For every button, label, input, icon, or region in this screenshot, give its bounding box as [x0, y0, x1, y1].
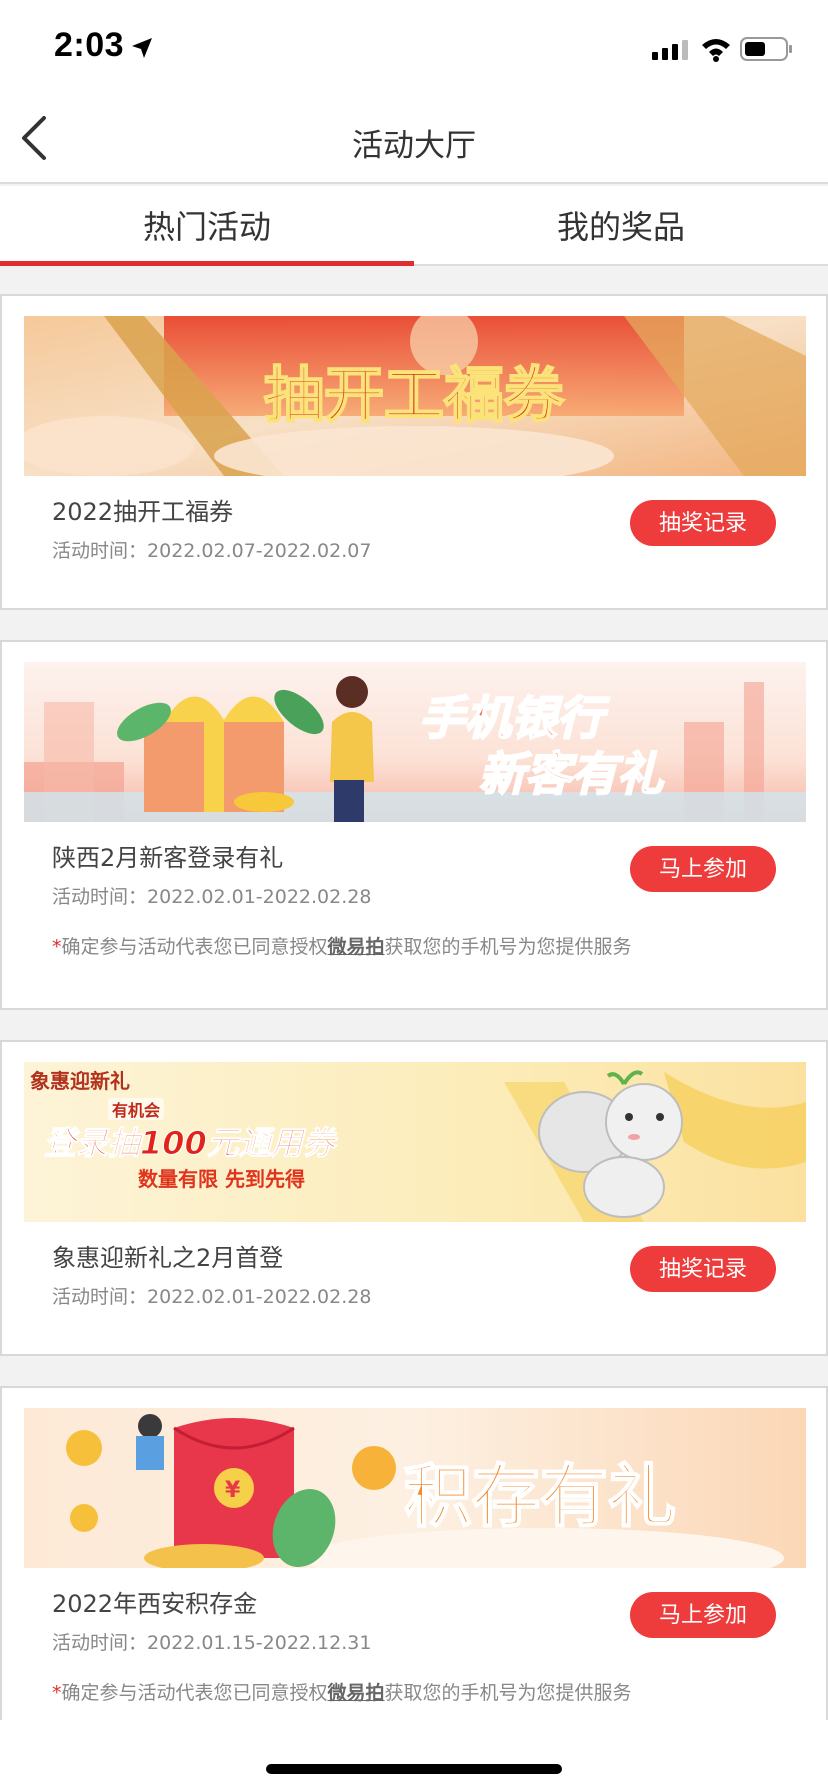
activity-card[interactable]: 手机银行 新客有礼 陕西2月新客登录有礼 活动时间：2022.02.01-202…: [0, 640, 828, 1010]
lottery-record-button[interactable]: 抽奖记录: [630, 500, 776, 546]
banner-text-line-1: 手机银行: [419, 691, 610, 745]
time-label: 活动时间：: [52, 1632, 148, 1654]
required-star: *: [52, 936, 62, 958]
join-now-button[interactable]: 马上参加: [630, 846, 776, 892]
lottery-record-button[interactable]: 抽奖记录: [630, 1246, 776, 1292]
activity-banner[interactable]: 手机银行 新客有礼: [24, 662, 806, 822]
battery-icon: [740, 37, 792, 61]
banner-badge: 象惠迎新礼: [30, 1069, 130, 1093]
banner-text-line-2: 新客有礼: [479, 747, 664, 801]
banner-sub: 数量有限 先到先得: [138, 1167, 305, 1191]
required-star: *: [52, 1682, 62, 1704]
status-time: 2:03: [54, 26, 125, 64]
activity-title: 象惠迎新礼之2月首登: [52, 1244, 284, 1272]
note-text: 获取您的手机号为您提供服务: [384, 1682, 632, 1704]
activity-time: 活动时间：2022.02.01-2022.02.28: [52, 1282, 371, 1309]
activity-title: 2022年西安积存金: [52, 1590, 258, 1618]
banner-main: 登录抽100元通用券: [44, 1124, 338, 1162]
banner-text: 抽开工福券: [264, 361, 565, 431]
time-label: 活动时间：: [52, 1286, 148, 1308]
location-arrow-icon: [132, 38, 152, 58]
join-now-button[interactable]: 马上参加: [630, 1592, 776, 1638]
page-title: 活动大厅: [352, 128, 476, 164]
activity-title: 陕西2月新客登录有礼: [52, 844, 284, 872]
banner-small: 有机会: [112, 1101, 160, 1120]
time-range: 2022.02.07-2022.02.07: [147, 540, 372, 562]
authorization-note: *确定参与活动代表您已同意授权微易拍获取您的手机号为您提供服务: [52, 932, 632, 959]
banner-text: 积存有礼: [404, 1458, 676, 1537]
activity-banner[interactable]: 象惠迎新礼 有机会 登录抽100元通用券 数量有限 先到先得: [24, 1062, 806, 1222]
activity-banner[interactable]: ¥ 积存有礼: [24, 1408, 806, 1568]
activity-card[interactable]: 抽开工福券 2022抽开工福券 活动时间：2022.02.07-2022.02.…: [0, 294, 828, 610]
activity-card[interactable]: 象惠迎新礼 有机会 登录抽100元通用券 数量有限 先到先得 象惠迎新礼之2月首…: [0, 1040, 828, 1356]
note-text: 获取您的手机号为您提供服务: [384, 936, 632, 958]
activity-title: 2022抽开工福券: [52, 498, 234, 526]
authorization-note: *确定参与活动代表您已同意授权微易拍获取您的手机号为您提供服务: [52, 1678, 632, 1705]
signal-icon: [652, 40, 688, 60]
provider-link[interactable]: 微易拍: [328, 1682, 385, 1704]
status-bar: 2:03: [0, 0, 828, 92]
time-range: 2022.02.01-2022.02.28: [147, 886, 372, 908]
activity-card[interactable]: ¥ 积存有礼 2022年西安积存金 活动时间：2022.01.15-2022.1…: [0, 1386, 828, 1726]
svg-text:¥: ¥: [225, 1478, 241, 1503]
activity-time: 活动时间：2022.02.07-2022.02.07: [52, 536, 371, 563]
home-indicator[interactable]: [266, 1764, 562, 1774]
activity-banner[interactable]: 抽开工福券: [24, 316, 806, 476]
time-range: 2022.02.01-2022.02.28: [147, 1286, 372, 1308]
provider-link[interactable]: 微易拍: [328, 936, 385, 958]
tab-my-prizes[interactable]: 我的奖品: [414, 186, 828, 264]
bottom-safe-area: [0, 1720, 828, 1792]
activity-time: 活动时间：2022.01.15-2022.12.31: [52, 1628, 371, 1655]
wifi-icon: [702, 39, 730, 62]
activity-time: 活动时间：2022.02.01-2022.02.28: [52, 882, 371, 909]
time-range: 2022.01.15-2022.12.31: [147, 1632, 372, 1654]
tab-bar: 热门活动 我的奖品: [0, 186, 828, 266]
note-text: 确定参与活动代表您已同意授权: [61, 1682, 328, 1704]
time-label: 活动时间：: [52, 540, 148, 562]
note-text: 确定参与活动代表您已同意授权: [61, 936, 328, 958]
nav-bar: 活动大厅: [0, 92, 828, 184]
tab-hot-activities[interactable]: 热门活动: [0, 186, 414, 266]
time-label: 活动时间：: [52, 886, 148, 908]
